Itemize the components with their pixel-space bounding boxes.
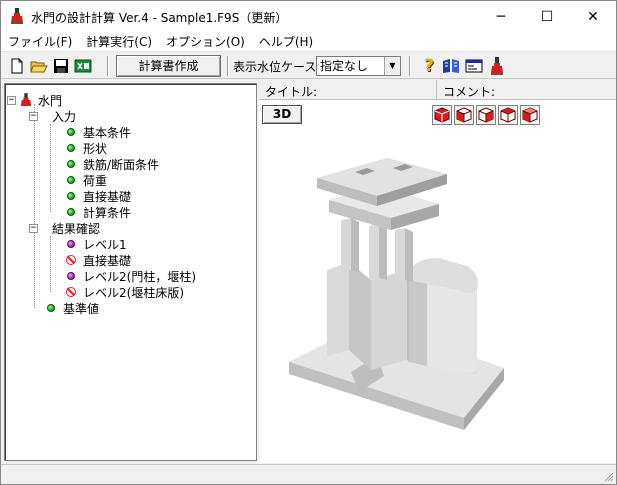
- menu-bar: ファイル(F) 計算実行(C) オプション(O) ヘルプ(H): [1, 32, 616, 52]
- iso-view-2-icon[interactable]: [454, 105, 474, 125]
- tree-label: レベル2(堰柱床版): [83, 285, 184, 300]
- status-ok-icon: [67, 128, 75, 136]
- tree-item-shape[interactable]: 形状: [67, 140, 107, 156]
- iso-view-3-icon[interactable]: [476, 105, 496, 125]
- tree-label: レベル1: [83, 237, 127, 252]
- status-ok-icon: [67, 176, 75, 184]
- help-icon[interactable]: ?: [419, 56, 439, 76]
- status-done-icon: [67, 272, 75, 280]
- tree-label: 形状: [83, 141, 108, 156]
- maximize-button[interactable]: ☐: [524, 1, 570, 32]
- tree-label: 計算条件: [83, 205, 132, 220]
- gate-3d-model[interactable]: [259, 130, 616, 463]
- manual-icon[interactable]: [441, 56, 461, 76]
- close-button[interactable]: ✕: [570, 1, 616, 32]
- window-title: 水門の設計計算 Ver.4 - Sample1.F9S（更新）: [31, 11, 288, 25]
- iso-view-1-icon[interactable]: [432, 105, 452, 125]
- tree-label: 荷重: [83, 173, 108, 188]
- tree-item-results[interactable]: − 結果確認: [29, 220, 100, 236]
- status-bar: [1, 464, 616, 484]
- menu-help[interactable]: ヘルプ(H): [252, 32, 320, 52]
- tree-label: 入力: [52, 109, 77, 124]
- tree-item-rebar[interactable]: 鉄筋/断面条件: [67, 156, 159, 172]
- tree-item-level2-pillar[interactable]: レベル2(門柱，堰柱): [67, 268, 196, 284]
- save-icon[interactable]: [51, 56, 71, 76]
- menu-file[interactable]: ファイル(F): [1, 32, 79, 52]
- viewer-panel: タイトル: コメント: 3D: [259, 80, 616, 463]
- iso-view-5-icon[interactable]: [520, 105, 540, 125]
- tree-label: 鉄筋/断面条件: [83, 157, 160, 172]
- title-bar[interactable]: 水門の設計計算 Ver.4 - Sample1.F9S（更新） ─ ☐ ✕: [1, 1, 616, 32]
- app-window: 水門の設計計算 Ver.4 - Sample1.F9S（更新） ─ ☐ ✕ ファ…: [0, 0, 617, 485]
- tree-item-input[interactable]: − 入力: [29, 108, 76, 124]
- tree-item-load[interactable]: 荷重: [67, 172, 107, 188]
- collapse-icon[interactable]: −: [29, 111, 38, 121]
- status-ok-icon: [67, 192, 75, 200]
- prohibited-icon: [66, 287, 76, 297]
- resize-grip-icon[interactable]: [602, 470, 614, 482]
- water-level-value: 指定なし: [320, 59, 369, 73]
- status-ok-icon: [67, 160, 75, 168]
- menu-calc[interactable]: 計算実行(C): [79, 32, 159, 52]
- menu-options[interactable]: オプション(O): [159, 32, 252, 52]
- tree-panel[interactable]: − 水門 − 入力 基本条件 形状 鉄筋/断面条件 荷重 直接基礎 計算条件 −…: [4, 83, 257, 461]
- toolbar-separator: [227, 56, 229, 76]
- water-level-label: 表示水位ケース: [233, 60, 317, 74]
- collapse-icon[interactable]: −: [7, 95, 16, 105]
- tree-item-basic-conditions[interactable]: 基本条件: [67, 124, 131, 140]
- tree-label: 基本条件: [83, 125, 132, 140]
- tree-label: レベル2(門柱，堰柱): [83, 269, 196, 284]
- iso-view-4-icon[interactable]: [498, 105, 518, 125]
- status-ok-icon: [47, 304, 55, 312]
- tree-label: 基準値: [63, 301, 100, 316]
- tree-item-foundation-result[interactable]: 直接基礎: [66, 252, 131, 268]
- new-file-icon[interactable]: [7, 56, 27, 76]
- tree-label: 結果確認: [52, 221, 101, 236]
- card-icon[interactable]: [464, 56, 484, 76]
- open-folder-icon[interactable]: [29, 56, 49, 76]
- tree-label: 直接基礎: [83, 253, 132, 268]
- tree-connector: [50, 236, 51, 292]
- comment-label: コメント:: [443, 85, 496, 99]
- export-icon[interactable]: [73, 56, 93, 76]
- water-level-select[interactable]: 指定なし ▼: [316, 56, 401, 76]
- status-ok-icon: [67, 144, 75, 152]
- collapse-icon[interactable]: −: [29, 223, 38, 233]
- title-label: タイトル:: [265, 85, 318, 99]
- app-logo-icon: [11, 8, 23, 24]
- tree-item-foundation[interactable]: 直接基礎: [67, 188, 131, 204]
- tree-item-standard[interactable]: 基準値: [47, 300, 99, 316]
- app-icon[interactable]: [487, 56, 507, 76]
- prohibited-icon: [66, 255, 76, 265]
- view-3d-button[interactable]: 3D: [262, 105, 302, 124]
- status-ok-icon: [67, 208, 75, 216]
- tree-item-level1[interactable]: レベル1: [67, 236, 127, 252]
- toolbar: 計算書作成 表示水位ケース 指定なし ▼ ?: [1, 53, 616, 79]
- tree-label: 水門: [38, 93, 63, 108]
- info-header: タイトル: コメント:: [259, 80, 616, 100]
- tree-item-root[interactable]: − 水門: [7, 92, 62, 108]
- tree-label: 直接基礎: [83, 189, 132, 204]
- tree-connector: [34, 104, 35, 308]
- tree-connector: [50, 124, 51, 212]
- minimize-button[interactable]: ─: [478, 1, 524, 32]
- report-button[interactable]: 計算書作成: [116, 55, 221, 77]
- header-divider: [436, 80, 437, 100]
- gate-icon: [20, 93, 32, 106]
- tree-item-calc-conditions[interactable]: 計算条件: [67, 204, 131, 220]
- toolbar-separator: [409, 56, 411, 76]
- toolbar-separator: [107, 56, 109, 76]
- tree-item-level2-slab[interactable]: レベル2(堰柱床版): [66, 284, 184, 300]
- status-done-icon: [67, 240, 75, 248]
- chevron-down-icon[interactable]: ▼: [384, 57, 400, 75]
